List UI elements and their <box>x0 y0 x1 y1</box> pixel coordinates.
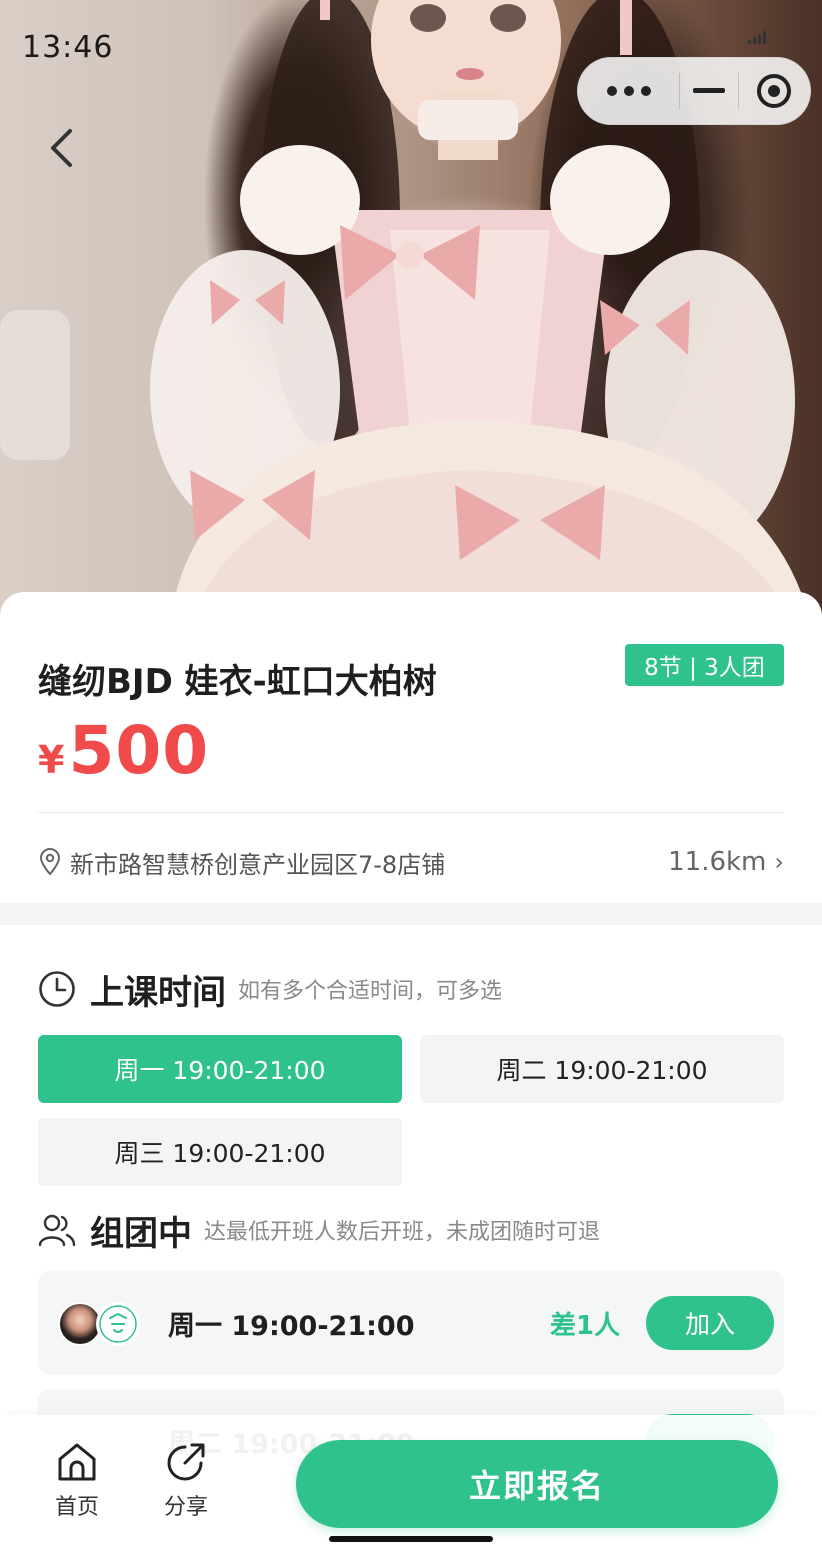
time-slot-monday[interactable]: 周一 19:00-21:00 <box>38 1035 402 1103</box>
time-slot-wednesday[interactable]: 周三 19:00-21:00 <box>38 1118 402 1186</box>
course-tag-badge: 8节 | 3人团 <box>625 644 784 686</box>
location-address: 新市路智慧桥创意产业园区7-8店铺 <box>70 850 446 879</box>
home-indicator <box>329 1536 493 1542</box>
schedule-title: 上课时间 <box>90 972 226 1013</box>
price-value: 500 <box>68 712 210 789</box>
target-close-icon <box>757 74 791 108</box>
chevron-right-icon: › <box>774 848 784 876</box>
group-time: 周一 19:00-21:00 <box>168 1310 415 1342</box>
minimize-icon <box>693 88 725 93</box>
share-icon <box>167 1443 205 1481</box>
more-dots-icon <box>606 86 651 96</box>
group-subtitle: 达最低开班人数后开班，未成团随时可退 <box>204 1220 601 1245</box>
minimize-button[interactable] <box>680 57 738 125</box>
home-icon <box>58 1443 96 1481</box>
status-bar-time: 13:46 <box>22 30 114 65</box>
join-group-button[interactable]: 加入 <box>646 1296 774 1350</box>
brand-avatar-icon <box>99 1305 137 1343</box>
hero-image: 13:46 <box>0 0 822 620</box>
schedule-subtitle: 如有多个合适时间，可多选 <box>238 979 503 1004</box>
nav-share[interactable]: 分享 <box>146 1441 226 1521</box>
nav-home[interactable]: 首页 <box>37 1441 117 1521</box>
close-miniprogram-button[interactable] <box>739 57 809 125</box>
price-currency: ¥ <box>38 738 65 782</box>
nav-share-label: 分享 <box>163 1495 208 1520</box>
enroll-now-button[interactable]: 立即报名 <box>296 1440 778 1528</box>
nav-home-label: 首页 <box>54 1495 99 1520</box>
time-slot-tuesday[interactable]: 周二 19:00-21:00 <box>420 1035 784 1103</box>
back-button[interactable] <box>36 118 86 178</box>
course-title: 缝纫BJD 娃衣-虹口大柏树 <box>38 662 437 702</box>
miniprogram-capsule <box>577 57 811 125</box>
clock-icon <box>39 971 75 1007</box>
location-row[interactable]: 新市路智慧桥创意产业园区7-8店铺 11.6km › <box>38 838 784 886</box>
divider <box>38 812 784 813</box>
more-menu-button[interactable] <box>578 57 679 125</box>
schedule-header: 上课时间 如有多个合适时间，可多选 <box>38 965 502 1013</box>
group-title: 组团中 <box>90 1213 192 1254</box>
location-distance: 11.6km <box>668 847 767 877</box>
users-icon <box>38 1214 76 1247</box>
group-header: 组团中 达最低开班人数后开班，未成团随时可退 <box>38 1206 600 1254</box>
member-avatars <box>58 1302 140 1346</box>
location-pin-icon <box>39 848 61 876</box>
avatar <box>96 1302 140 1346</box>
group-card: 周一 19:00-21:00 差1人 加入 <box>38 1271 784 1375</box>
signal-icon <box>748 30 768 44</box>
course-price: ¥ 500 <box>38 712 209 789</box>
chevron-left-icon <box>51 129 72 167</box>
group-needed-count: 差1人 <box>550 1310 621 1341</box>
